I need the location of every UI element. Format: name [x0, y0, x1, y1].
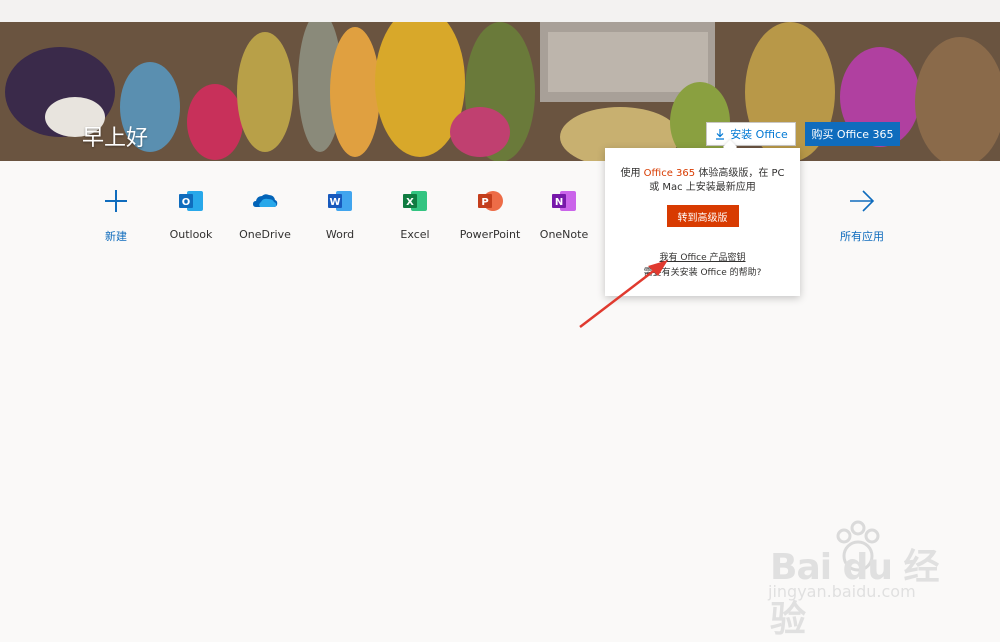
popup-text-highlight: Office 365	[643, 168, 696, 179]
popup-text-prefix: 使用	[620, 168, 644, 179]
app-label: Outlook	[169, 228, 213, 241]
install-office-popup: 使用 Office 365 体验高级版，在 PC 或 Mac 上安装最新应用 转…	[605, 139, 800, 296]
buy-office-365-button[interactable]: 购买 Office 365	[805, 122, 900, 146]
svg-text:N: N	[555, 197, 563, 208]
app-all-apps[interactable]: 所有应用	[822, 188, 902, 244]
svg-text:P: P	[481, 197, 488, 208]
powerpoint-icon: P	[477, 188, 503, 214]
svg-text:X: X	[406, 197, 414, 208]
app-label: OneNote	[539, 228, 589, 241]
install-office-button[interactable]: 安装 Office	[706, 122, 796, 146]
install-office-label: 安装 Office	[730, 128, 788, 141]
product-key-link[interactable]: 我有 Office 产品密钥	[605, 250, 800, 263]
app-label: OneDrive	[239, 228, 291, 241]
app-powerpoint[interactable]: P PowerPoint	[450, 188, 530, 241]
svg-text:W: W	[329, 197, 340, 208]
excel-icon: X	[402, 188, 428, 214]
download-icon	[716, 129, 725, 140]
app-launcher-row: 新建 O Outlook OneDrive W Word X Excel P P…	[0, 188, 1000, 248]
app-onenote[interactable]: N OneNote	[524, 188, 604, 241]
plus-icon	[103, 188, 129, 214]
app-label: Word	[325, 228, 355, 241]
buy-office-365-label: 购买 Office 365	[811, 128, 894, 141]
app-word[interactable]: W Word	[300, 188, 380, 241]
install-help-link[interactable]: 需要有关安装 Office 的帮助?	[605, 265, 800, 278]
app-label: 新建	[105, 230, 127, 243]
arrow-right-icon	[849, 188, 875, 214]
svg-text:O: O	[182, 197, 191, 208]
app-label: Excel	[400, 228, 430, 241]
word-icon: W	[327, 188, 353, 214]
app-excel[interactable]: X Excel	[375, 188, 455, 241]
upgrade-button[interactable]: 转到高级版	[666, 205, 739, 227]
onedrive-icon	[252, 188, 278, 214]
outlook-icon: O	[178, 188, 204, 214]
popup-description: 使用 Office 365 体验高级版，在 PC 或 Mac 上安装最新应用	[605, 167, 800, 195]
onenote-icon: N	[551, 188, 577, 214]
app-onedrive[interactable]: OneDrive	[225, 188, 305, 241]
watermark-url: jingyan.baidu.com	[768, 582, 916, 601]
app-outlook[interactable]: O Outlook	[151, 188, 231, 241]
baidu-jingyan-watermark: Bai du 经验 jingyan.baidu.com	[760, 518, 960, 640]
greeting-text: 早上好	[82, 126, 149, 151]
app-new[interactable]: 新建	[76, 188, 156, 244]
app-label: PowerPoint	[459, 228, 521, 241]
app-label: 所有应用	[840, 230, 884, 243]
top-bar	[0, 0, 1000, 22]
